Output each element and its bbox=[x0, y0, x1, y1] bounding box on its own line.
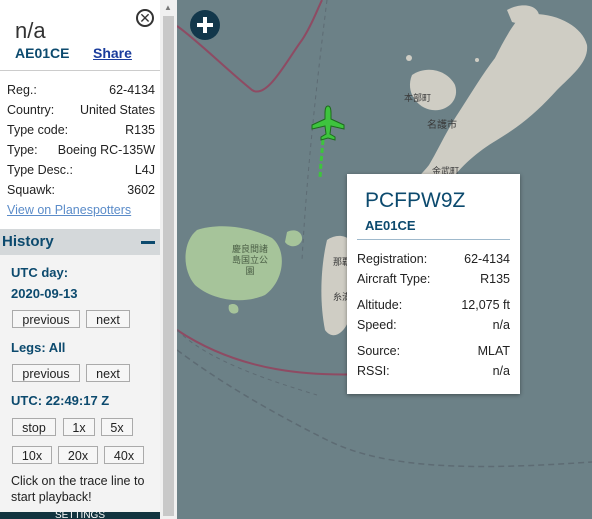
popup-label: Aircraft Type: bbox=[357, 272, 431, 286]
utc-day-value: 2020-09-13 bbox=[11, 286, 78, 301]
map-label: 本部町 bbox=[404, 93, 432, 103]
sidebar-scrollbar[interactable]: ▲ bbox=[160, 0, 177, 519]
popup-value: MLAT bbox=[477, 344, 510, 358]
popup-value: n/a bbox=[492, 318, 510, 332]
info-label: Squawk: bbox=[7, 183, 55, 197]
hex-code: AE01CE bbox=[15, 45, 70, 61]
info-value: R135 bbox=[125, 123, 155, 137]
trace-line[interactable] bbox=[318, 139, 325, 179]
utc-day-label: UTC day: bbox=[11, 265, 69, 280]
speed-10x-button[interactable]: 10x bbox=[12, 446, 52, 464]
popup-callsign: PCFPW9Z bbox=[365, 189, 466, 212]
legs-label: Legs: All bbox=[11, 340, 66, 355]
callsign-title: n/a bbox=[15, 18, 46, 43]
speed-40x-button[interactable]: 40x bbox=[104, 446, 144, 464]
previous-day-button[interactable]: previous bbox=[12, 310, 80, 328]
popup-label: Altitude: bbox=[357, 298, 403, 312]
info-value: L4J bbox=[134, 163, 155, 177]
islet bbox=[475, 58, 479, 62]
scroll-up-icon[interactable]: ▲ bbox=[164, 4, 172, 12]
divider bbox=[0, 70, 160, 71]
zoom-in-button[interactable] bbox=[190, 10, 220, 40]
playback-hint: Click on the trace line to start playbac… bbox=[11, 474, 145, 504]
islet bbox=[228, 303, 239, 314]
history-title: History bbox=[2, 233, 54, 250]
info-label: Country: bbox=[7, 103, 55, 117]
info-value: 62-4134 bbox=[109, 83, 155, 97]
share-link[interactable]: Share bbox=[93, 45, 132, 61]
popup-row-source: Source: MLAT bbox=[357, 344, 510, 358]
popup-row-registration: Registration: 62-4134 bbox=[357, 252, 510, 266]
planespotters-link[interactable]: View on Planespotters bbox=[7, 203, 131, 217]
popup-row-aircraft-type: Aircraft Type: R135 bbox=[357, 272, 510, 286]
popup-value: n/a bbox=[492, 364, 510, 378]
info-row-squawk: Squawk: 3602 bbox=[7, 183, 155, 197]
info-row-type-desc: Type Desc.: L4J bbox=[7, 163, 155, 177]
info-value: 3602 bbox=[127, 183, 155, 197]
airplane-icon[interactable] bbox=[309, 104, 347, 142]
islet bbox=[285, 230, 303, 247]
speed-20x-button[interactable]: 20x bbox=[58, 446, 98, 464]
info-row-country: Country: United States bbox=[7, 103, 155, 117]
info-row-type-code: Type code: R135 bbox=[7, 123, 155, 137]
info-label: Reg.: bbox=[7, 83, 37, 97]
popup-label: RSSI: bbox=[357, 364, 390, 378]
next-day-button[interactable]: next bbox=[86, 310, 130, 328]
popup-value: 12,075 ft bbox=[461, 298, 510, 312]
collapse-icon[interactable] bbox=[141, 241, 155, 244]
info-row-type: Type: Boeing RC-135W bbox=[7, 143, 155, 157]
next-leg-button[interactable]: next bbox=[86, 364, 130, 382]
stop-button[interactable]: stop bbox=[12, 418, 56, 436]
popup-hex: AE01CE bbox=[365, 218, 416, 233]
scrollbar-thumb[interactable] bbox=[163, 16, 174, 516]
map-label: 名護市 bbox=[427, 120, 457, 131]
history-header[interactable]: History bbox=[0, 229, 160, 255]
settings-bar[interactable]: SETTINGS bbox=[0, 512, 160, 519]
popup-row-altitude: Altitude: 12,075 ft bbox=[357, 298, 510, 312]
info-label: Type code: bbox=[7, 123, 69, 137]
info-label: Type Desc.: bbox=[7, 163, 73, 177]
popup-label: Registration: bbox=[357, 252, 428, 266]
map-label: 慶良間諸島国立公園 bbox=[231, 244, 268, 276]
info-row-reg: Reg.: 62-4134 bbox=[7, 83, 155, 97]
popup-row-speed: Speed: n/a bbox=[357, 318, 510, 332]
info-value: United States bbox=[79, 103, 155, 117]
popup-label: Source: bbox=[357, 344, 401, 358]
utc-time: UTC: 22:49:17 Z bbox=[11, 393, 110, 408]
info-label: Type: bbox=[7, 143, 38, 157]
motobu-peninsula bbox=[409, 69, 457, 111]
speed-1x-button[interactable]: 1x bbox=[63, 418, 95, 436]
aircraft-popup: PCFPW9Z AE01CE Registration: 62-4134 Air… bbox=[347, 174, 520, 394]
popup-value: R135 bbox=[480, 272, 510, 286]
popup-divider bbox=[357, 239, 510, 240]
close-icon[interactable]: ✕ bbox=[136, 9, 154, 27]
popup-value: 62-4134 bbox=[464, 252, 510, 266]
previous-leg-button[interactable]: previous bbox=[12, 364, 80, 382]
speed-5x-button[interactable]: 5x bbox=[101, 418, 133, 436]
info-value: Boeing RC-135W bbox=[57, 143, 155, 157]
popup-label: Speed: bbox=[357, 318, 397, 332]
islet bbox=[406, 55, 412, 61]
sidebar: ✕ n/a AE01CE Share Reg.: 62-4134 Country… bbox=[0, 0, 160, 519]
map-view[interactable]: 本部町 名護市 金武町 那覇 慶良間諸島国立公園 糸満 PCFPW9Z AE01… bbox=[177, 0, 592, 519]
popup-row-rssi: RSSI: n/a bbox=[357, 364, 510, 378]
